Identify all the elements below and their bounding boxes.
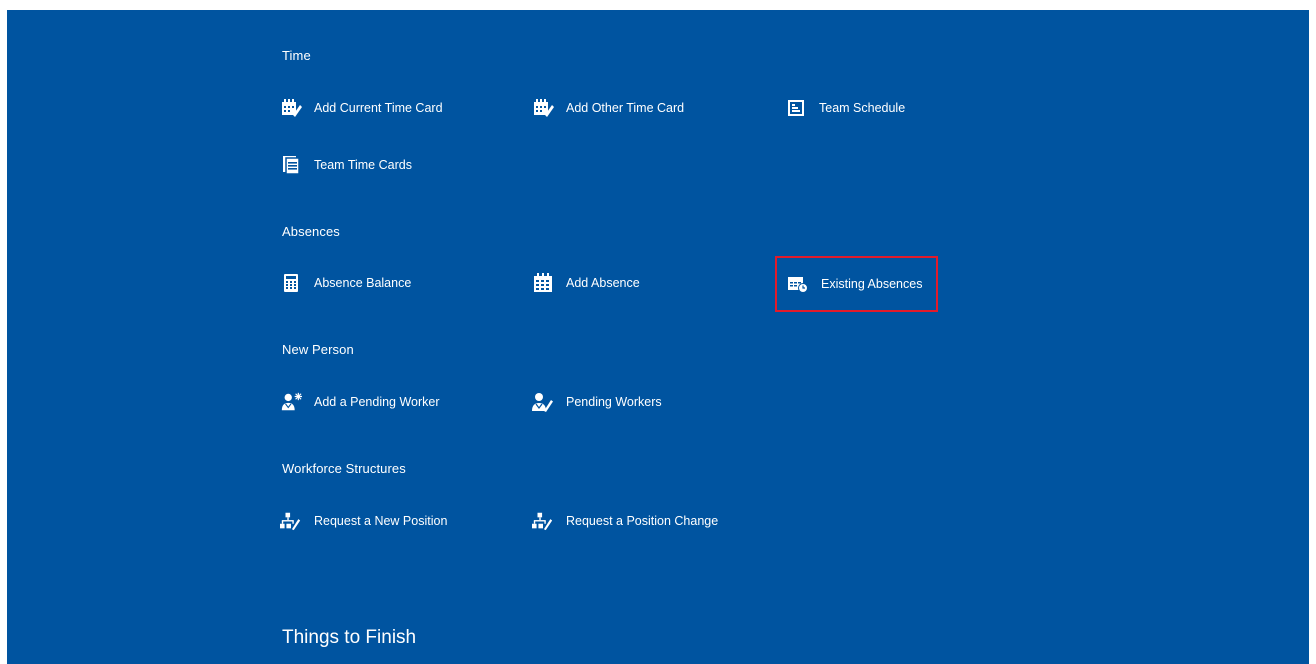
item-label: Request a New Position xyxy=(314,514,448,528)
item-label: Absence Balance xyxy=(314,276,412,290)
calendar-icon xyxy=(532,272,554,294)
documents-icon xyxy=(280,154,302,176)
item-label: Add Other Time Card xyxy=(566,101,685,115)
time-card-icon xyxy=(280,97,302,119)
add-other-time-card-link[interactable]: Add Other Time Card xyxy=(532,93,684,123)
item-label: Pending Workers xyxy=(566,395,662,409)
things-to-finish-heading: Things to Finish xyxy=(282,627,417,648)
schedule-icon xyxy=(785,97,807,119)
add-current-time-card-link[interactable]: Add Current Time Card xyxy=(280,93,443,123)
add-person-icon xyxy=(280,391,302,413)
calculator-icon xyxy=(280,272,302,294)
section-title-time: Time xyxy=(282,48,311,63)
item-label: Add Absence xyxy=(566,276,640,290)
item-label: Add a Pending Worker xyxy=(314,395,440,409)
add-absence-link[interactable]: Add Absence xyxy=(532,268,640,298)
absence-balance-link[interactable]: Absence Balance xyxy=(280,268,411,298)
person-edit-icon xyxy=(532,391,554,413)
item-label: Team Time Cards xyxy=(314,158,412,172)
team-schedule-link[interactable]: Team Schedule xyxy=(785,93,905,123)
add-pending-worker-link[interactable]: Add a Pending Worker xyxy=(280,387,440,417)
team-time-cards-link[interactable]: Team Time Cards xyxy=(280,150,412,180)
section-title-absences: Absences xyxy=(282,224,340,239)
section-title-new-person: New Person xyxy=(282,342,354,357)
navigator-panel: Time Add Current Time Card Add Other Tim… xyxy=(7,10,1309,664)
time-card-icon xyxy=(532,97,554,119)
item-label: Existing Absences xyxy=(821,277,923,291)
org-chart-icon xyxy=(532,510,554,532)
org-chart-icon xyxy=(280,510,302,532)
calendar-clock-icon xyxy=(787,273,809,295)
item-label: Team Schedule xyxy=(819,101,906,115)
request-position-change-link[interactable]: Request a Position Change xyxy=(532,506,718,536)
item-label: Add Current Time Card xyxy=(314,101,443,115)
section-title-workforce-structures: Workforce Structures xyxy=(282,461,406,476)
request-new-position-link[interactable]: Request a New Position xyxy=(280,506,447,536)
item-label: Request a Position Change xyxy=(566,514,719,528)
existing-absences-link[interactable]: Existing Absences xyxy=(775,256,938,312)
pending-workers-link[interactable]: Pending Workers xyxy=(532,387,662,417)
